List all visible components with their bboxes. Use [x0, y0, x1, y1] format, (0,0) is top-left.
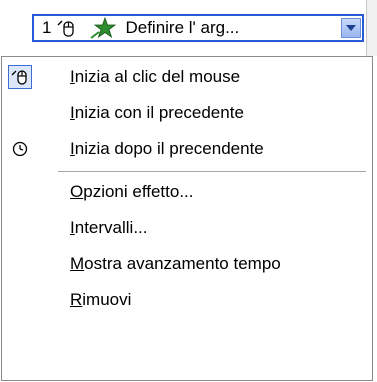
menu-item-label: Opzioni effetto... [70, 182, 194, 201]
mouse-icon [55, 17, 77, 39]
item-name: Definire l' arg... [125, 18, 240, 37]
context-menu: Inizia al clic del mouse Inizia con il p… [1, 56, 373, 381]
animation-pane-area: 1 Definire l' arg... Inizia al clic del … [0, 0, 377, 382]
menu-item-label: Inizia al clic del mouse [70, 67, 241, 86]
menu-item-show-advanced-timeline[interactable]: Mostra avanzamento tempo [2, 246, 372, 282]
menu-item-timing[interactable]: Intervalli... [2, 210, 372, 246]
menu-item-remove[interactable]: Rimuovi [2, 282, 372, 318]
pane-scroll-strip [366, 0, 377, 56]
menu-item-label: Mostra avanzamento tempo [70, 254, 281, 273]
menu-item-label: Intervalli... [70, 218, 148, 237]
menu-item-label: Rimuovi [70, 290, 132, 309]
menu-item-start-with-previous[interactable]: Inizia con il precedente [2, 95, 372, 131]
star-effect-icon [89, 16, 119, 39]
menu-item-label: Inizia con il precedente [70, 103, 244, 122]
menu-item-label: Inizia dopo il precendente [70, 139, 264, 158]
menu-item-start-after-previous[interactable]: Inizia dopo il precendente [2, 131, 372, 167]
menu-item-start-on-click[interactable]: Inizia al clic del mouse [2, 59, 372, 95]
animation-list-item[interactable]: 1 Definire l' arg... [32, 14, 364, 42]
menu-separator [58, 171, 366, 172]
clock-icon [8, 137, 32, 161]
dropdown-arrow-icon[interactable] [341, 18, 361, 38]
mouse-click-icon [8, 65, 32, 89]
item-number: 1 [42, 18, 52, 37]
menu-item-effect-options[interactable]: Opzioni effetto... [2, 174, 372, 210]
